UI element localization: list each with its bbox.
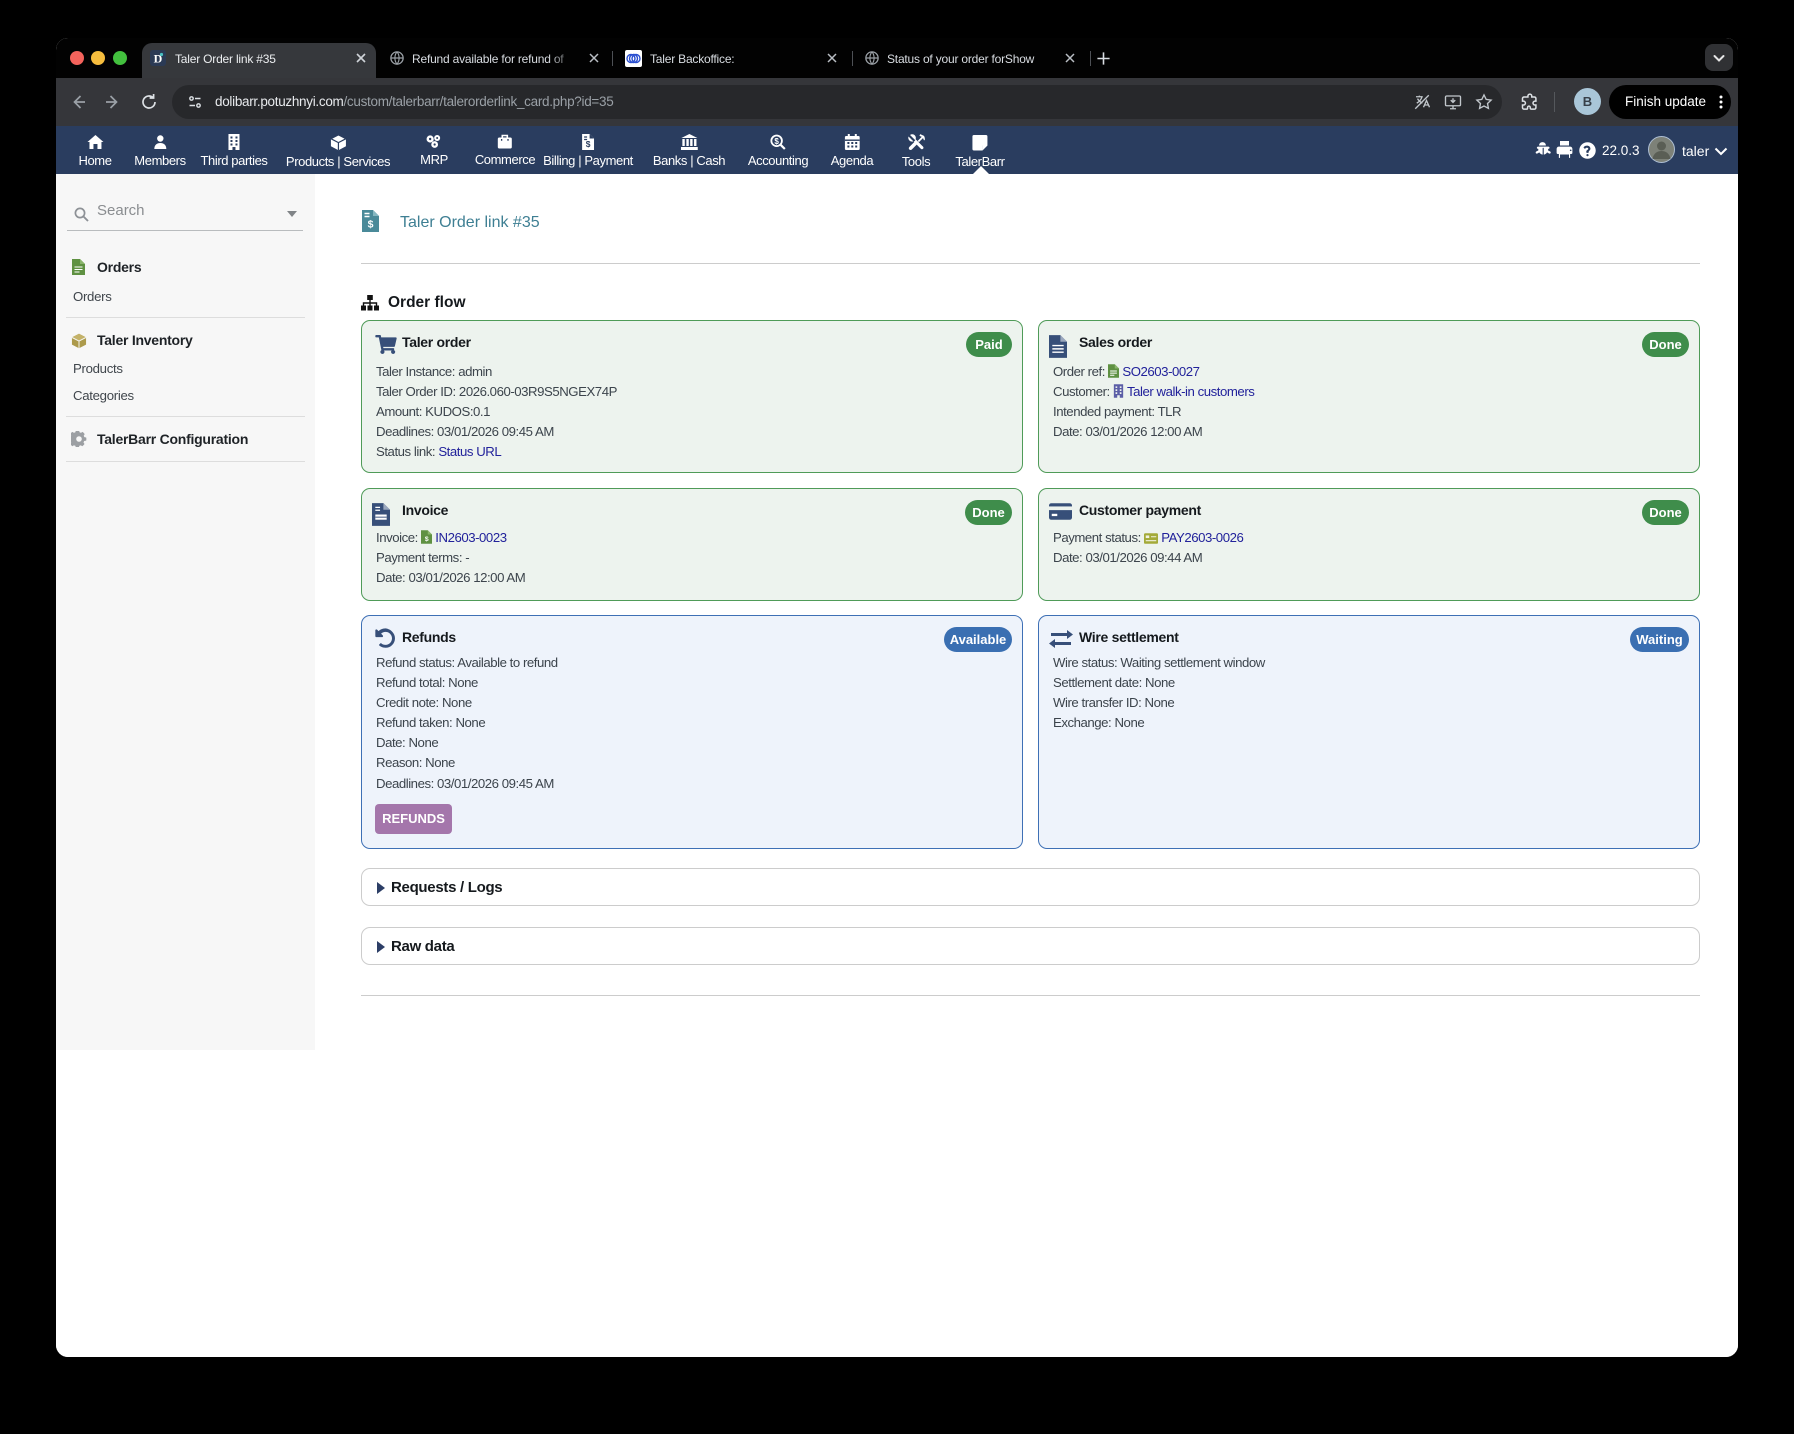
svg-text:$: $ xyxy=(368,219,374,231)
svg-text:$: $ xyxy=(775,137,780,146)
svg-text:$: $ xyxy=(586,139,591,149)
